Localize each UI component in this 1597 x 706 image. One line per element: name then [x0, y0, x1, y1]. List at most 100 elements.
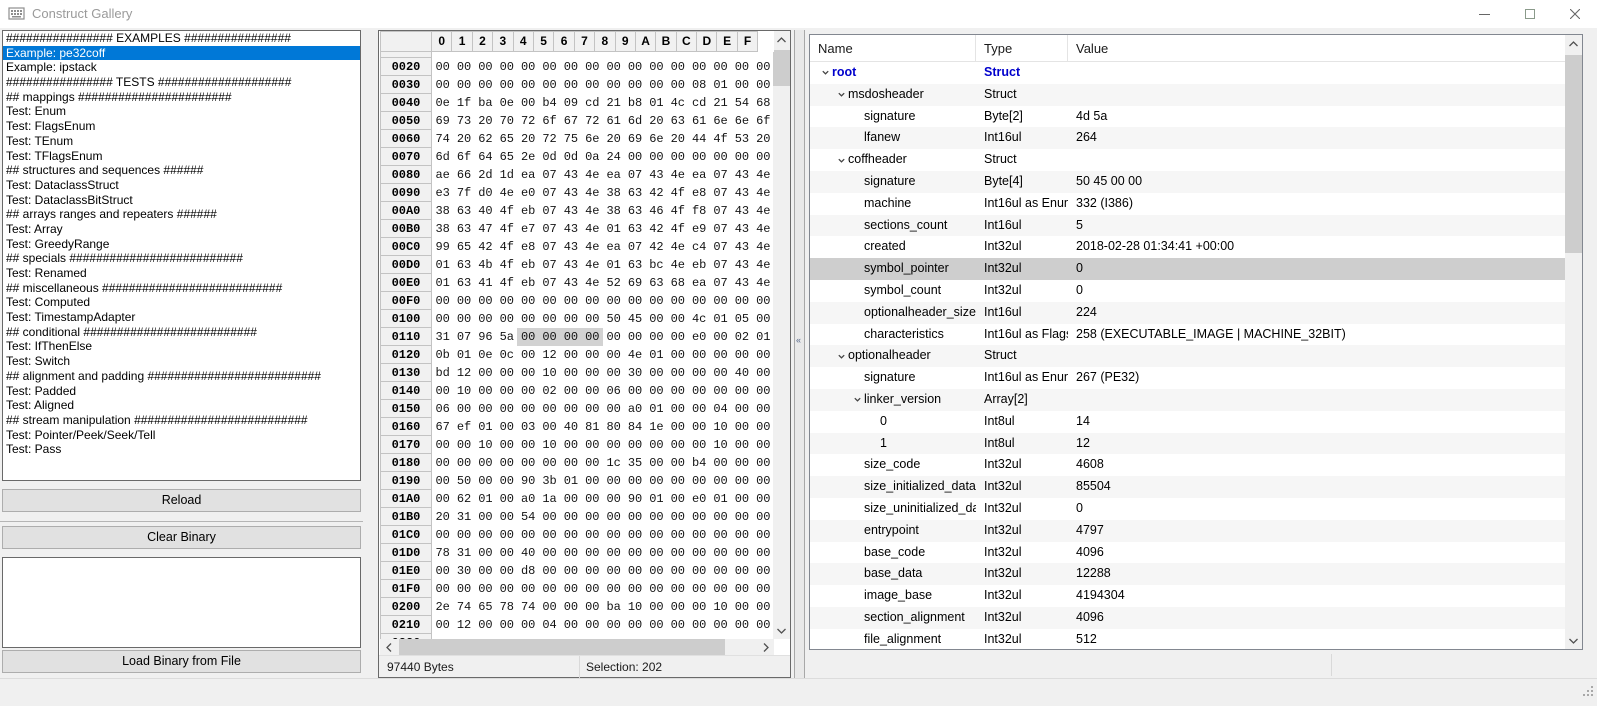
list-item[interactable]: Example: pe32coff: [3, 46, 360, 61]
hex-byte-cell[interactable]: 6e: [646, 130, 667, 148]
hex-byte-cell[interactable]: 1e: [646, 418, 667, 436]
hex-byte-cell[interactable]: 00: [731, 490, 752, 508]
hex-byte-cell[interactable]: 4f: [496, 220, 517, 238]
hex-byte-cell[interactable]: 00: [560, 508, 581, 526]
tree-row[interactable]: 0Int8ul14: [810, 411, 1582, 433]
hex-byte-cell[interactable]: 00: [710, 328, 731, 346]
hex-byte-cell[interactable]: 00: [603, 616, 624, 634]
hex-byte-cell[interactable]: 00: [603, 544, 624, 562]
hex-byte-cell[interactable]: 64: [475, 148, 496, 166]
hex-byte-cell[interactable]: 0e: [432, 94, 453, 112]
hex-byte-cell[interactable]: ea: [603, 238, 624, 256]
hex-byte-cell[interactable]: 00: [496, 490, 517, 508]
hex-byte-cell[interactable]: 43: [560, 166, 581, 184]
hex-byte-cell[interactable]: 00: [753, 508, 774, 526]
hex-byte-cell[interactable]: 00: [475, 580, 496, 598]
tree-row[interactable]: rootStruct: [810, 62, 1582, 84]
tree-row[interactable]: msdosheaderStruct: [810, 84, 1582, 106]
hex-byte-cell[interactable]: 00: [432, 472, 453, 490]
hex-byte-cell[interactable]: 00: [624, 508, 645, 526]
hex-byte-cell[interactable]: 00: [496, 400, 517, 418]
hex-byte-cell[interactable]: 00: [731, 76, 752, 94]
list-item[interactable]: Test: Padded: [3, 384, 360, 399]
hex-byte-cell[interactable]: 00: [646, 598, 667, 616]
hex-byte-cell[interactable]: 63: [453, 256, 474, 274]
hex-byte-cell[interactable]: 72: [582, 112, 603, 130]
tree-row[interactable]: file_alignmentInt32ul512: [810, 629, 1582, 650]
hex-byte-cell[interactable]: 07: [624, 166, 645, 184]
hex-byte-cell[interactable]: 43: [560, 202, 581, 220]
hex-byte-cell[interactable]: 4f: [710, 130, 731, 148]
hex-byte-cell[interactable]: 00: [560, 454, 581, 472]
hex-byte-cell[interactable]: 00: [731, 58, 752, 76]
hex-byte-cell[interactable]: 5a: [496, 328, 517, 346]
hex-byte-cell[interactable]: 00: [432, 292, 453, 310]
hex-byte-cell[interactable]: 00: [475, 562, 496, 580]
list-item[interactable]: Test: TEnum: [3, 134, 360, 149]
hex-byte-cell[interactable]: 00: [496, 382, 517, 400]
hex-byte-cell[interactable]: 00: [753, 382, 774, 400]
list-item[interactable]: Test: Pass: [3, 442, 360, 457]
hex-byte-cell[interactable]: 00: [688, 562, 709, 580]
hex-byte-cell[interactable]: 20: [517, 130, 538, 148]
hex-byte-cell[interactable]: 43: [560, 256, 581, 274]
hex-byte-cell[interactable]: 41: [475, 274, 496, 292]
hex-byte-cell[interactable]: 00: [753, 418, 774, 436]
hex-byte-cell[interactable]: 80: [603, 418, 624, 436]
hex-byte-cell[interactable]: 00: [582, 292, 603, 310]
maximize-button[interactable]: [1507, 0, 1552, 28]
hex-byte-cell[interactable]: 00: [496, 508, 517, 526]
hex-byte-cell[interactable]: 43: [560, 184, 581, 202]
hex-byte-cell[interactable]: 0d: [539, 148, 560, 166]
hex-byte-cell[interactable]: 07: [624, 238, 645, 256]
hex-byte-cell[interactable]: 20: [453, 130, 474, 148]
hex-byte-cell[interactable]: 00: [688, 616, 709, 634]
close-button[interactable]: [1552, 0, 1597, 28]
hex-byte-cell[interactable]: 72: [539, 130, 560, 148]
hex-byte-cell[interactable]: 00: [432, 454, 453, 472]
hex-byte-cell[interactable]: 4b: [475, 256, 496, 274]
hex-byte-cell[interactable]: 69: [432, 112, 453, 130]
hex-byte-cell[interactable]: 00: [432, 490, 453, 508]
hex-byte-cell[interactable]: 00: [560, 76, 581, 94]
hex-byte-cell[interactable]: 00: [560, 346, 581, 364]
hex-byte-cell[interactable]: 4e: [667, 238, 688, 256]
hex-byte-cell[interactable]: 03: [517, 418, 538, 436]
hex-byte-cell[interactable]: 00: [517, 436, 538, 454]
hex-byte-cell[interactable]: 00: [432, 616, 453, 634]
hex-byte-cell[interactable]: 63: [624, 184, 645, 202]
hex-byte-cell[interactable]: ba: [475, 94, 496, 112]
hex-byte-cell[interactable]: 00: [539, 598, 560, 616]
hex-byte-cell[interactable]: 00: [582, 508, 603, 526]
hex-byte-cell[interactable]: 00: [475, 76, 496, 94]
hex-byte-cell[interactable]: 54: [517, 508, 538, 526]
hex-byte-cell[interactable]: 2d: [475, 166, 496, 184]
hex-byte-cell[interactable]: 00: [603, 58, 624, 76]
hex-byte-cell[interactable]: 00: [667, 472, 688, 490]
scroll-up-icon[interactable]: [773, 31, 790, 48]
hex-byte-cell[interactable]: 4e: [624, 346, 645, 364]
hex-byte-cell[interactable]: 38: [603, 202, 624, 220]
hex-byte-cell[interactable]: 35: [624, 454, 645, 472]
list-item[interactable]: Test: Switch: [3, 354, 360, 369]
hex-byte-cell[interactable]: 00: [603, 562, 624, 580]
hex-byte-cell[interactable]: 00: [496, 76, 517, 94]
hex-byte-cell[interactable]: 00: [560, 292, 581, 310]
hex-byte-cell[interactable]: a0: [624, 400, 645, 418]
hex-byte-cell[interactable]: 00: [453, 292, 474, 310]
hex-byte-cell[interactable]: 00: [667, 490, 688, 508]
hex-byte-cell[interactable]: 0b: [432, 346, 453, 364]
hex-byte-cell[interactable]: 00: [582, 526, 603, 544]
hex-byte-cell[interactable]: 2e: [432, 598, 453, 616]
hex-byte-cell[interactable]: 00: [710, 58, 731, 76]
hex-byte-cell[interactable]: 00: [646, 310, 667, 328]
hex-byte-cell[interactable]: 00: [667, 292, 688, 310]
scroll-down-icon[interactable]: [773, 622, 790, 639]
hex-byte-cell[interactable]: 40: [560, 418, 581, 436]
hex-byte-cell[interactable]: 00: [560, 562, 581, 580]
hex-byte-cell[interactable]: 00: [688, 346, 709, 364]
tree-row[interactable]: signatureByte[4]50 45 00 00: [810, 171, 1582, 193]
list-item[interactable]: ## structures and sequences ######: [3, 163, 360, 178]
scrollbar-thumb[interactable]: [399, 639, 725, 655]
column-header-value[interactable]: Value: [1068, 35, 1582, 61]
